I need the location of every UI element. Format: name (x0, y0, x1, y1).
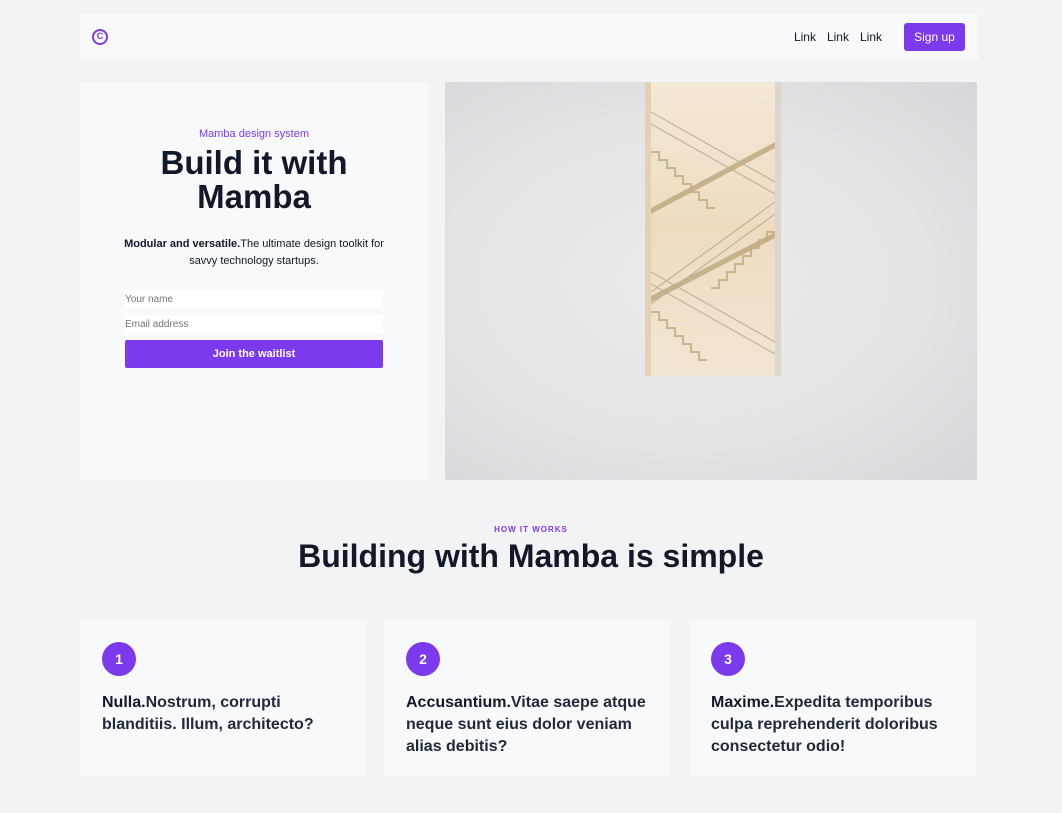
join-waitlist-button[interactable]: Join the waitlist (125, 340, 383, 368)
staircase-image (645, 82, 781, 376)
hero-panel: Mamba design system Build it with Mamba … (80, 82, 428, 480)
hero-image (445, 82, 977, 480)
hero-desc-bold: Modular and versatile. (124, 238, 241, 250)
step-text-1: Nulla.Nostrum, corrupti blanditiis. Illu… (102, 692, 345, 736)
name-input[interactable] (125, 290, 383, 308)
step-text-3: Maxime.Expedita temporibus culpa reprehe… (711, 692, 954, 758)
how-it-works-eyebrow: HOW IT WORKS (494, 525, 568, 534)
hero-title-line2: Mamba (197, 178, 311, 215)
waitlist-form: Join the waitlist (125, 290, 383, 368)
step-card-2: 2 Accusantium.Vitae saepe atque neque su… (384, 620, 671, 776)
step-card-3: 3 Maxime.Expedita temporibus culpa repre… (689, 620, 976, 776)
step-bold-2: Accusantium. (406, 694, 511, 711)
hero-title: Build it with Mamba (80, 146, 428, 214)
step-card-1: 1 Nulla.Nostrum, corrupti blanditiis. Il… (80, 620, 367, 776)
step-bold-3: Maxime. (711, 694, 775, 711)
hero-description: Modular and versatile.The ultimate desig… (124, 236, 384, 270)
hero-title-line1: Build it with (160, 144, 348, 181)
nav-links: Link Link Link Sign up (783, 22, 965, 51)
step-badge-1: 1 (102, 642, 136, 676)
step-badge-3: 3 (711, 642, 745, 676)
nav-link-3[interactable]: Link (860, 30, 882, 44)
hero-eyebrow: Mamba design system (198, 128, 310, 140)
top-navbar: C Link Link Link Sign up (80, 14, 977, 59)
section-title: Building with Mamba is simple (298, 538, 764, 574)
logo-letter: C (96, 31, 104, 41)
signup-button[interactable]: Sign up (904, 22, 965, 51)
nav-link-1[interactable]: Link (794, 30, 816, 44)
step-bold-1: Nulla. (102, 694, 146, 711)
step-badge-2: 2 (406, 642, 440, 676)
email-input[interactable] (125, 315, 383, 333)
logo-icon[interactable]: C (92, 28, 108, 45)
nav-link-2[interactable]: Link (827, 30, 849, 44)
step-text-2: Accusantium.Vitae saepe atque neque sunt… (406, 692, 649, 758)
